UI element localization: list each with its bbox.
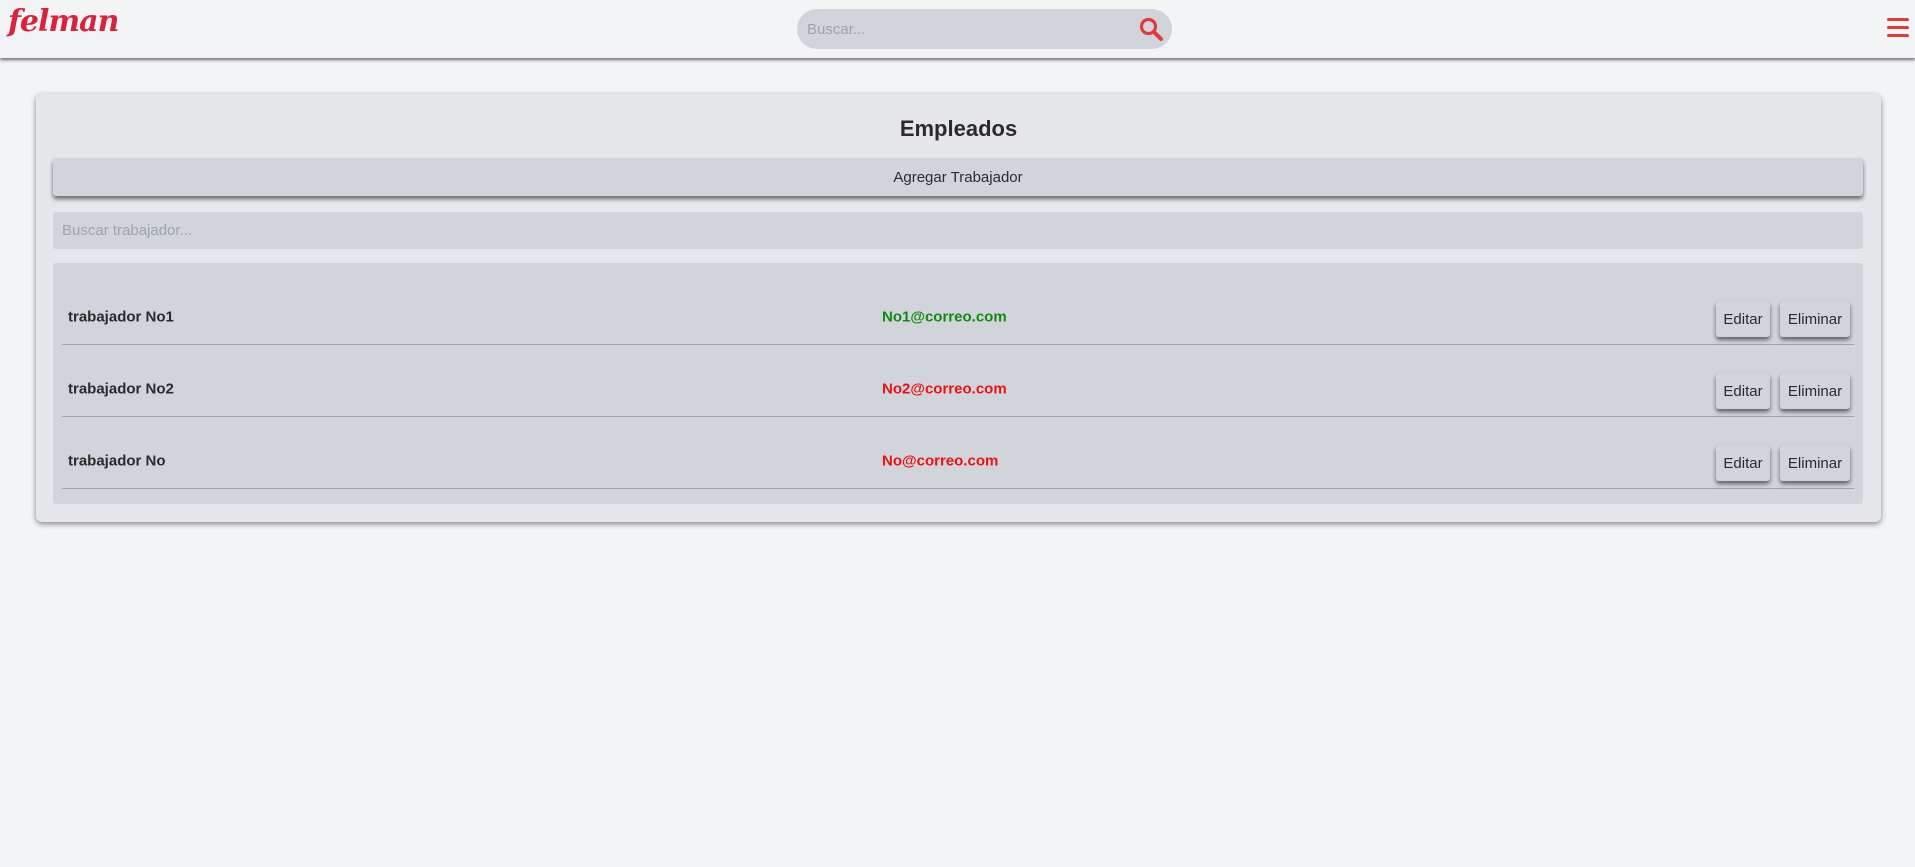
worker-email: No1@correo.com	[882, 308, 1007, 326]
menu-bar-line	[1887, 26, 1909, 29]
top-bar: felman	[0, 0, 1915, 58]
edit-button[interactable]: Editar	[1716, 445, 1770, 481]
worker-email: No@correo.com	[882, 452, 999, 470]
worker-name: trabajador No1	[68, 308, 174, 326]
edit-button[interactable]: Editar	[1716, 301, 1770, 337]
page-title: Empleados	[899, 116, 1018, 141]
delete-button[interactable]: Eliminar	[1780, 445, 1850, 481]
worker-name: trabajador No	[68, 452, 166, 470]
delete-button[interactable]: Eliminar	[1780, 301, 1850, 337]
employees-card: Empleados Agregar Trabajador trabajador …	[36, 94, 1881, 522]
list-item: trabajador No2 No2@correo.com Editar Eli…	[62, 345, 1854, 417]
menu-bar-line	[1887, 18, 1909, 21]
menu-bar-line	[1887, 34, 1909, 37]
global-search-input[interactable]	[807, 9, 1117, 49]
worker-search-input[interactable]	[53, 212, 1863, 249]
list-item: trabajador No1 No1@correo.com Editar Eli…	[62, 273, 1854, 345]
worker-name: trabajador No2	[68, 380, 174, 398]
add-worker-button[interactable]: Agregar Trabajador	[53, 158, 1863, 196]
global-search	[797, 9, 1172, 49]
delete-button[interactable]: Eliminar	[1780, 373, 1850, 409]
search-icon[interactable]	[1138, 16, 1164, 42]
edit-button[interactable]: Editar	[1716, 373, 1770, 409]
worker-list: trabajador No1 No1@correo.com Editar Eli…	[53, 263, 1863, 504]
worker-email: No2@correo.com	[882, 380, 1007, 398]
felman-logo[interactable]: felman	[8, 4, 119, 39]
list-item: trabajador No No@correo.com Editar Elimi…	[62, 417, 1854, 489]
hamburger-menu-icon[interactable]	[1887, 18, 1909, 40]
